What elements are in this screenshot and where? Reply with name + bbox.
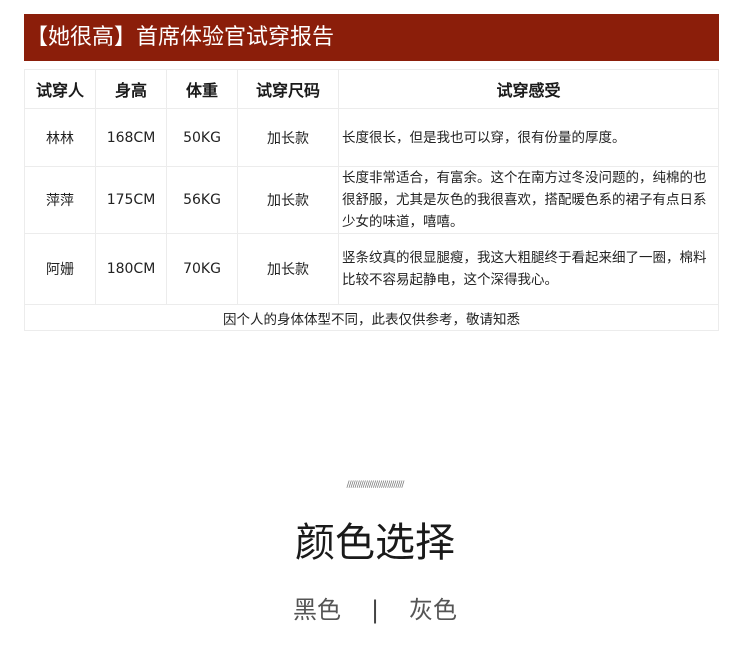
header-weight: 体重 (166, 69, 238, 109)
table-row: 林林 168CM 50KG 加长款 长度很长，但是我也可以穿，很有份量的厚度。 (24, 108, 719, 167)
header-size: 试穿尺码 (237, 69, 339, 109)
table-note: 因个人的身体体型不同，此表仅供参考，敬请知悉 (24, 304, 719, 331)
tester-weight: 56KG (166, 166, 238, 234)
color-selection-title: 颜色选择 (295, 520, 455, 566)
tester-size: 加长款 (237, 108, 339, 167)
color-option-gray: 灰色 (409, 596, 458, 624)
table-row: 阿姗 180CM 70KG 加长款 竖条纹真的很显腿瘦，我这大粗腿终于看起来细了… (24, 233, 719, 305)
tester-size: 加长款 (237, 166, 339, 234)
banner-title: 【她很高】首席体验官试穿报告 (26, 25, 335, 50)
header-tester: 试穿人 (24, 69, 96, 109)
tester-height: 175CM (95, 166, 167, 234)
tester-name: 阿姗 (24, 233, 96, 305)
tester-height: 180CM (95, 233, 167, 305)
header-feedback: 试穿感受 (338, 69, 719, 109)
report-banner: 【她很高】首席体验官试穿报告 (24, 14, 719, 61)
table-header-row: 试穿人 身高 体重 试穿尺码 试穿感受 (24, 69, 719, 109)
header-height: 身高 (95, 69, 167, 109)
tester-feedback: 长度非常适合，有富余。这个在南方过冬没问题的，纯棉的也很舒服，尤其是灰色的我很喜… (338, 166, 719, 234)
tester-feedback: 竖条纹真的很显腿瘦，我这大粗腿终于看起来细了一圈，棉料比较不容易起静电，这个深得… (338, 233, 719, 305)
tester-name: 萍萍 (24, 166, 96, 234)
tester-name: 林林 (24, 108, 96, 167)
table-note-row: 因个人的身体体型不同，此表仅供参考，敬请知悉 (24, 304, 719, 331)
color-separator: | (370, 596, 380, 624)
tester-weight: 70KG (166, 233, 238, 305)
decorative-slashes: //////////////////////////// (346, 480, 405, 490)
tester-feedback: 长度很长，但是我也可以穿，很有份量的厚度。 (338, 108, 719, 167)
tester-weight: 50KG (166, 108, 238, 167)
tester-size: 加长款 (237, 233, 339, 305)
trial-report-table: 试穿人 身高 体重 试穿尺码 试穿感受 林林 168CM 50KG 加长款 长度… (24, 69, 719, 331)
tester-height: 168CM (95, 108, 167, 167)
table-row: 萍萍 175CM 56KG 加长款 长度非常适合，有富余。这个在南方过冬没问题的… (24, 166, 719, 234)
color-option-black: 黑色 (292, 596, 341, 624)
color-options: 黑色 | 灰色 (0, 590, 750, 625)
